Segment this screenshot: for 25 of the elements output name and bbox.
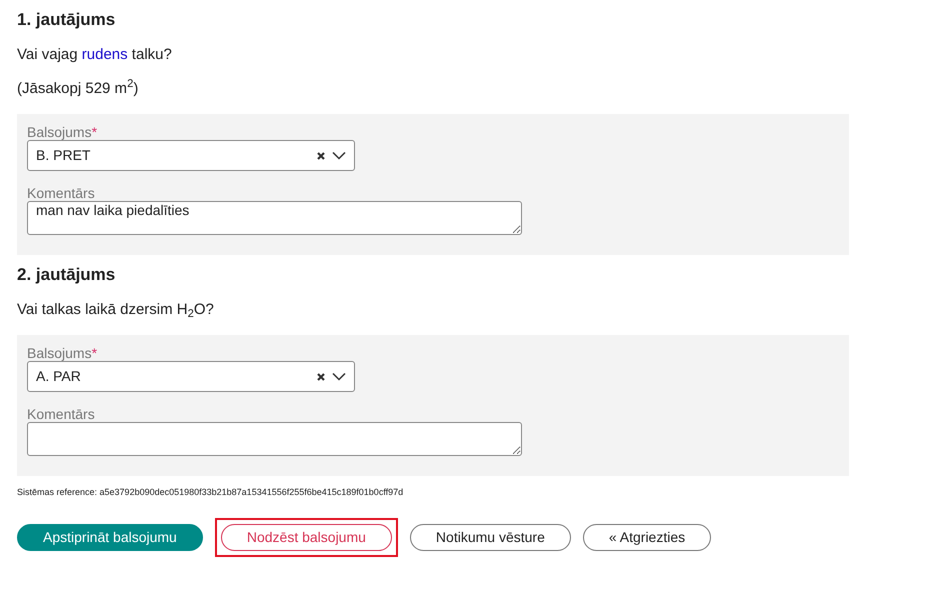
question-title: 2. jautājums xyxy=(17,265,116,285)
field-label: Balsojums xyxy=(27,345,92,361)
question-title: 1. jautājums xyxy=(17,10,116,30)
vote-select[interactable]: B. PRET xyxy=(27,140,355,171)
action-button[interactable]: « Atgriezties xyxy=(582,524,712,550)
comment-field[interactable] xyxy=(27,422,522,456)
question-text: Vai talkas laikā dzersim H$_{2}$O? xyxy=(17,300,215,321)
field-label: Komentārs xyxy=(27,406,95,422)
clear-icon[interactable] xyxy=(316,372,326,382)
confirm-button[interactable]: Apstiprināt balsojumu xyxy=(17,524,203,550)
vote-select[interactable]: A. PAR xyxy=(27,361,355,392)
field-label: Komentārs xyxy=(27,185,95,201)
chevron-down-icon[interactable] xyxy=(332,151,346,160)
field-label: Balsojums xyxy=(27,124,92,140)
clear-icon[interactable] xyxy=(316,150,326,160)
question-link[interactable]: rudens xyxy=(82,46,128,63)
reference-text: Sistēmas reference: a5e3792b090dec051980f33b21b87a15341556f255f6be415c189f01b0cff97d xyxy=(17,486,404,499)
action-button[interactable]: Nodzēst balsojumu xyxy=(220,524,392,550)
action-button[interactable]: Notikumu vēsture xyxy=(410,524,571,550)
required-mark: * xyxy=(92,124,98,140)
comment-field[interactable]: man nav laika piedalīties xyxy=(27,201,522,235)
question-text: Vai vajag rudens talku? xyxy=(17,45,173,65)
required-mark: * xyxy=(92,345,98,361)
question-text: (Jāsakopj 529 m$^{2}$) xyxy=(17,78,140,99)
chevron-down-icon[interactable] xyxy=(332,372,346,381)
